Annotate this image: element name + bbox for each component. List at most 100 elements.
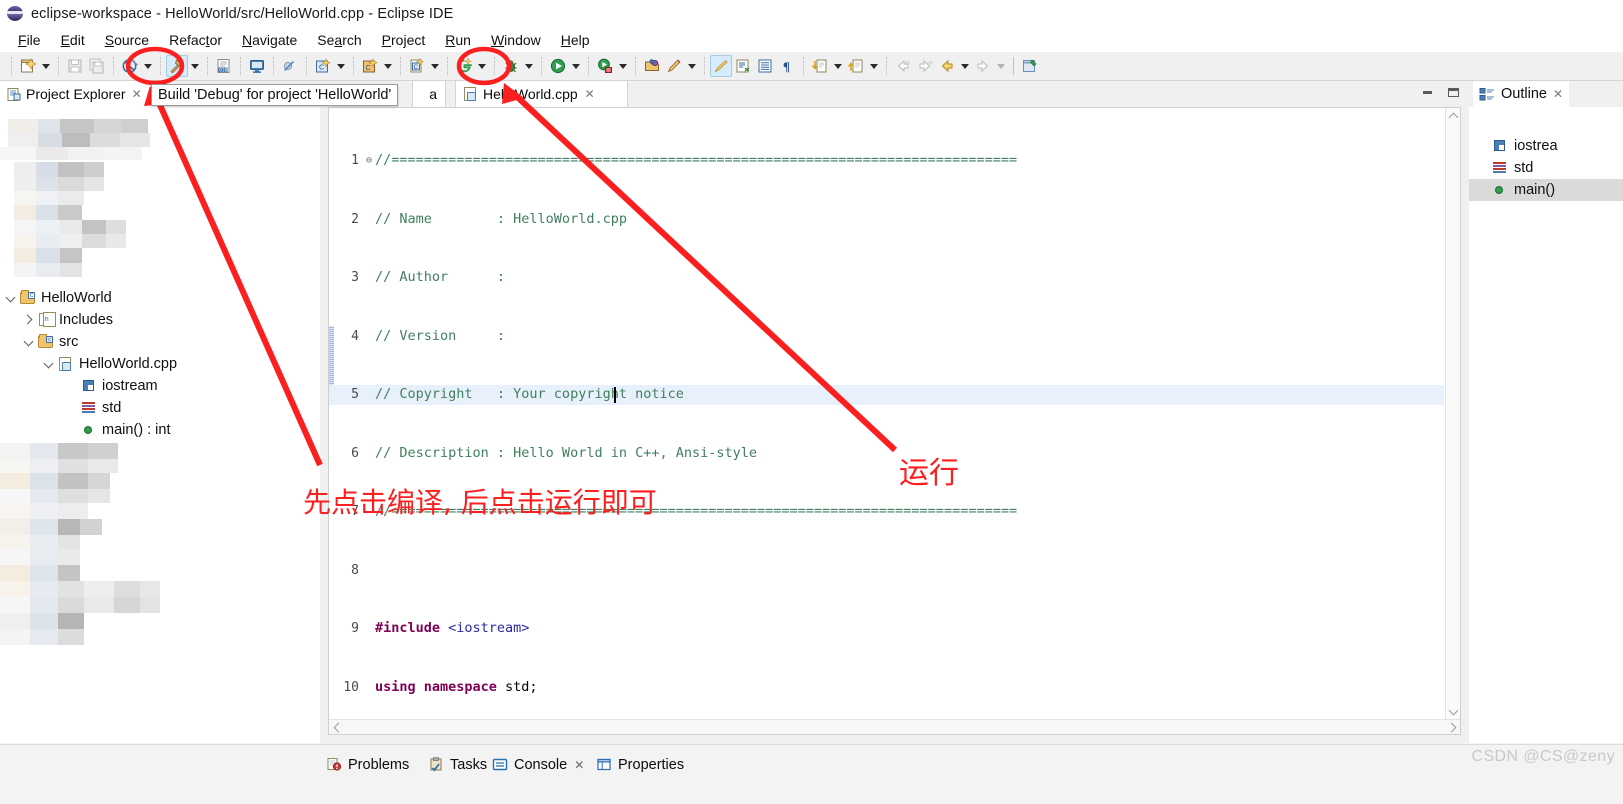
tree-item-std[interactable]: std	[80, 397, 121, 419]
scroll-right-icon[interactable]	[1445, 720, 1460, 735]
tab-console[interactable]: Console ✕	[492, 752, 584, 778]
svg-text:¶: ¶	[783, 59, 790, 74]
svg-text:C: C	[366, 65, 371, 72]
menu-project[interactable]: Project	[372, 31, 436, 49]
scroll-down-icon[interactable]	[1446, 704, 1461, 719]
previous-edit-dropdown[interactable]	[958, 55, 972, 77]
new-cpp-project-button[interactable]: C	[359, 55, 381, 77]
close-icon[interactable]: ✕	[574, 758, 584, 772]
editor-vertical-scrollbar[interactable]	[1445, 108, 1460, 719]
line-number: 5	[351, 387, 359, 402]
previous-annotation-button[interactable]	[845, 55, 867, 77]
tree-item-includes[interactable]: h Includes	[22, 309, 113, 331]
new-wizard-dropdown[interactable]	[39, 55, 53, 77]
search-pencil-button[interactable]	[663, 55, 685, 77]
tree-item-helloworld-cpp[interactable]: c HelloWorld.cpp	[42, 353, 177, 375]
menu-edit[interactable]: Edit	[51, 31, 95, 49]
debug-dropdown[interactable]	[522, 55, 536, 77]
chevron-down-icon[interactable]	[42, 356, 57, 372]
show-whitespace-button[interactable]	[754, 55, 776, 77]
new-c-project-button[interactable]: C	[312, 55, 334, 77]
new-c-file-dropdown[interactable]	[428, 55, 442, 77]
fold-toggle[interactable]: ⊖	[363, 151, 375, 171]
run-dropdown[interactable]	[569, 55, 583, 77]
pin-editor-button[interactable]	[1019, 55, 1041, 77]
tab-helloworld-cpp[interactable]: c HelloWorld.cpp ✕	[455, 81, 628, 107]
back-history-button[interactable]	[892, 55, 914, 77]
debug-bug-button[interactable]	[500, 55, 522, 77]
git-new-button[interactable]	[453, 55, 475, 77]
close-icon[interactable]: ✕	[1553, 87, 1563, 101]
menu-file[interactable]: File	[8, 31, 51, 49]
outline-item-main[interactable]: main()	[1469, 179, 1623, 201]
window-title: eclipse-workspace - HelloWorld/src/Hello…	[31, 5, 454, 22]
menu-search[interactable]: Search	[307, 31, 371, 49]
tab-tasks[interactable]: Tasks	[428, 752, 487, 778]
tree-item-main-function[interactable]: main() : int	[80, 419, 171, 441]
menu-navigate[interactable]: Navigate	[232, 31, 307, 49]
new-wizard-button[interactable]	[17, 55, 39, 77]
outline-tree[interactable]: iostrea std main()	[1469, 107, 1623, 743]
source-code[interactable]: 1 ⊖ //==================================…	[329, 112, 1444, 718]
cpp-file-icon: c	[57, 356, 75, 372]
tab-partial[interactable]: a	[412, 81, 446, 107]
search-dropdown[interactable]	[685, 55, 699, 77]
tab-problems[interactable]: Problems	[326, 752, 409, 778]
pilcrow-button[interactable]: ¶	[776, 55, 798, 77]
tab-properties[interactable]: Properties	[596, 752, 684, 778]
previous-edit-button[interactable]	[936, 55, 958, 77]
csdn-watermark: CSDN @CS@zeny	[1471, 748, 1615, 765]
outline-item-iostream[interactable]: iostrea	[1491, 135, 1558, 157]
tab-outline[interactable]: Outline ✕	[1473, 81, 1570, 107]
chevron-right-icon[interactable]	[22, 312, 37, 328]
git-new-dropdown[interactable]	[475, 55, 489, 77]
menu-window[interactable]: Window	[481, 31, 551, 49]
build-debug-dropdown[interactable]	[188, 55, 202, 77]
minimize-button[interactable]	[1419, 84, 1435, 100]
next-edit-dropdown[interactable]	[994, 55, 1008, 77]
scroll-up-icon[interactable]	[1446, 108, 1461, 123]
new-c-project-dropdown[interactable]	[334, 55, 348, 77]
tree-item-iostream[interactable]: iostream	[80, 375, 158, 397]
previous-annotation-dropdown[interactable]	[867, 55, 881, 77]
menu-help[interactable]: Help	[551, 31, 600, 49]
code-editor[interactable]: 1 ⊖ //==================================…	[328, 107, 1461, 735]
menu-source[interactable]: Source	[95, 31, 159, 49]
menu-refactor[interactable]: Refactor	[159, 31, 232, 49]
tree-item-src[interactable]: c src	[22, 331, 78, 353]
external-tools-dropdown[interactable]	[616, 55, 630, 77]
maximize-button[interactable]	[1445, 84, 1461, 100]
build-all-button[interactable]	[119, 55, 141, 77]
forward-history-button[interactable]	[914, 55, 936, 77]
mark-occurrences-button[interactable]	[710, 55, 732, 77]
build-all-dropdown[interactable]	[141, 55, 155, 77]
close-icon[interactable]: ✕	[132, 87, 142, 101]
outline-item-std[interactable]: std	[1491, 157, 1533, 179]
terminal-monitor-button[interactable]	[246, 55, 268, 77]
hex-view-button[interactable]: 010	[213, 55, 235, 77]
next-annotation-button[interactable]	[809, 55, 831, 77]
save-button[interactable]	[64, 55, 86, 77]
external-tools-button[interactable]	[594, 55, 616, 77]
bottom-view-tabbar: Problems Tasks Console ✕ Properties	[320, 750, 1623, 780]
new-c-file-button[interactable]: C	[406, 55, 428, 77]
line-number: 6	[351, 445, 359, 461]
block-selection-button[interactable]	[732, 55, 754, 77]
build-debug-button[interactable]	[166, 55, 188, 77]
scroll-left-icon[interactable]	[329, 720, 344, 735]
skip-breakpoints-button[interactable]	[279, 55, 301, 77]
open-type-button[interactable]	[641, 55, 663, 77]
editor-horizontal-scrollbar[interactable]	[329, 719, 1460, 734]
new-cpp-project-dropdown[interactable]	[381, 55, 395, 77]
close-icon[interactable]: ✕	[585, 87, 595, 101]
project-explorer-tree[interactable]: C HelloWorld h Includes c src c HelloWor…	[0, 107, 320, 743]
menu-run[interactable]: Run	[435, 31, 481, 49]
chevron-down-icon[interactable]	[22, 334, 37, 350]
save-all-button[interactable]	[86, 55, 108, 77]
run-button[interactable]	[547, 55, 569, 77]
chevron-down-icon[interactable]	[4, 290, 19, 306]
tab-project-explorer[interactable]: Project Explorer ✕	[0, 81, 164, 107]
next-edit-button[interactable]	[972, 55, 994, 77]
next-annotation-dropdown[interactable]	[831, 55, 845, 77]
tree-item-helloworld[interactable]: C HelloWorld	[4, 287, 112, 309]
